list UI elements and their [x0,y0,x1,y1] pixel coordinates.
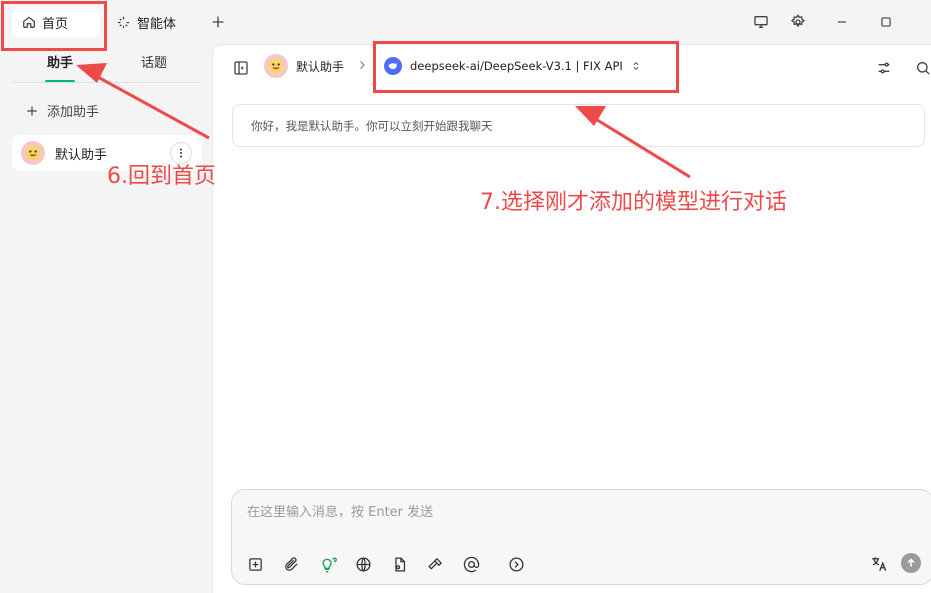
annotation-step6: 6.回到首页 [107,164,216,189]
arrow-line-step7 [593,116,691,179]
annotation-step7: 7.选择刚才添加的模型进行对话 [480,190,787,215]
arrow-line-step6 [95,74,210,140]
annotation-arrows [76,63,691,179]
